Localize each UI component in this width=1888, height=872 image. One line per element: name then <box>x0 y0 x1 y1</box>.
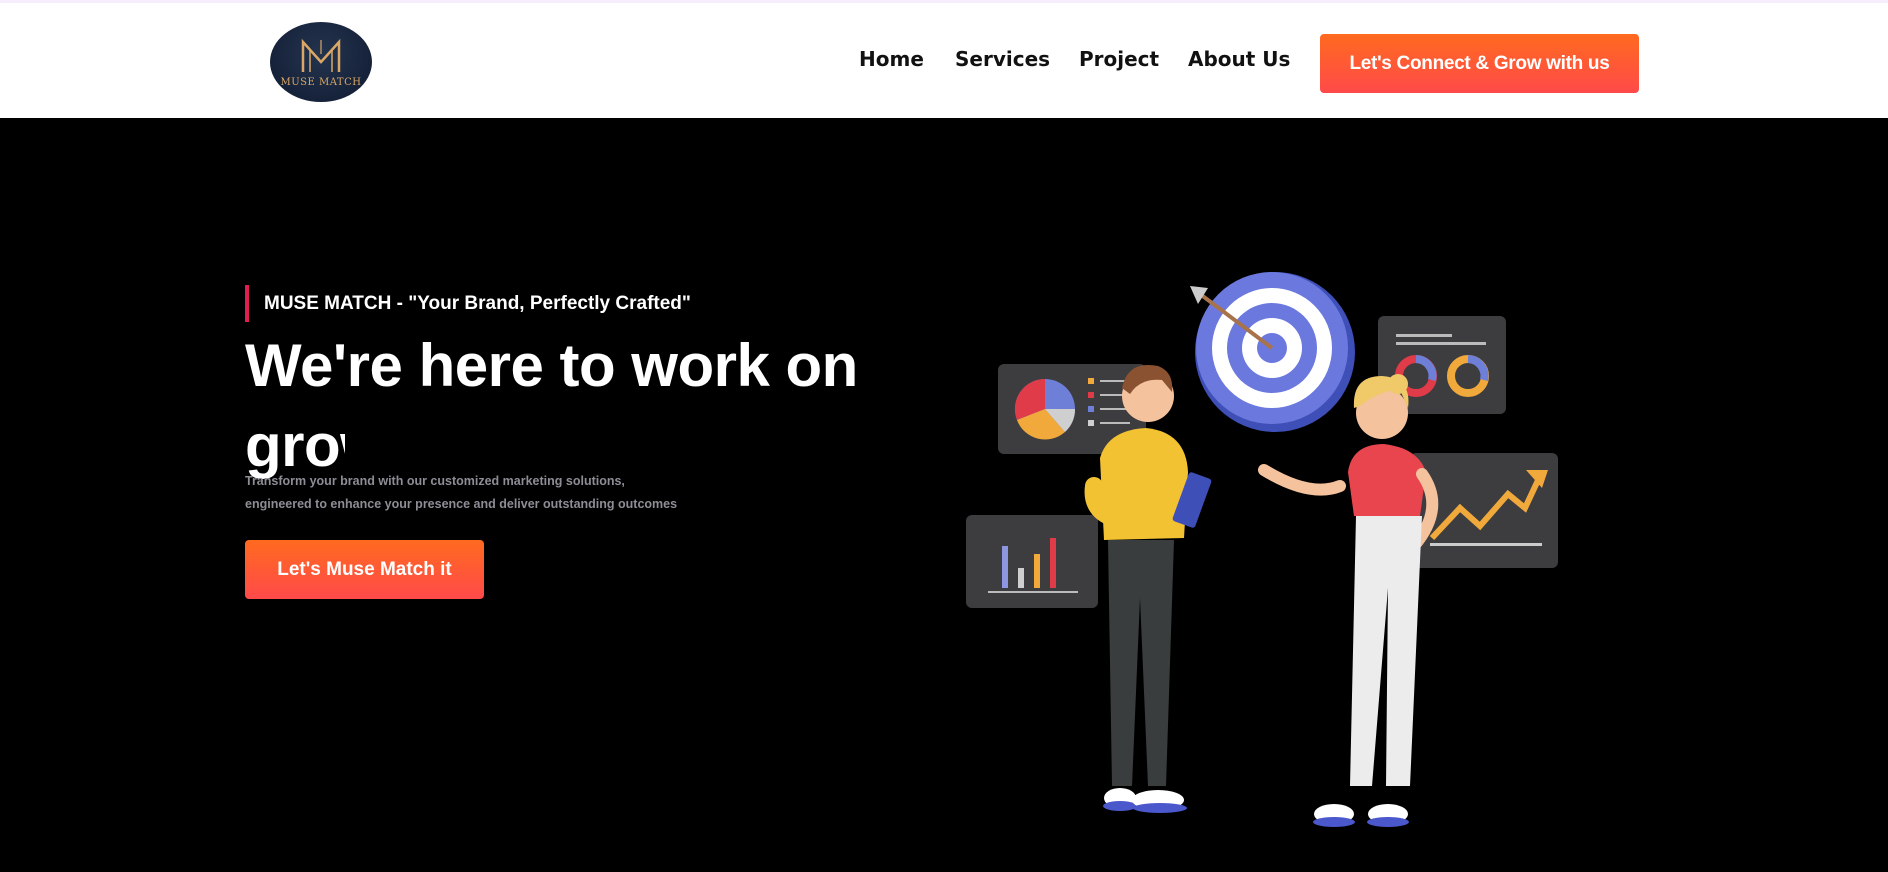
bar-chart-panel-icon <box>966 515 1098 608</box>
connect-grow-button[interactable]: Let's Connect & Grow with us <box>1320 34 1639 93</box>
logo[interactable]: MUSE MATCH <box>270 22 372 102</box>
nav-project[interactable]: Project <box>1079 47 1159 71</box>
site-header: MUSE MATCH Home Services Project About U… <box>0 0 1888 118</box>
nav-home[interactable]: Home <box>859 47 924 71</box>
target-icon <box>1190 272 1355 432</box>
hero-tagline: MUSE MATCH - "Your Brand, Perfectly Craf… <box>245 285 691 322</box>
logo-text: MUSE MATCH <box>280 77 362 88</box>
muse-match-button[interactable]: Let's Muse Match it <box>245 540 484 599</box>
hero-section: MUSE MATCH - "Your Brand, Perfectly Craf… <box>0 118 1888 872</box>
hero-description-line1: Transform your brand with our customized… <box>245 474 625 488</box>
marketing-team-illustration <box>966 272 1558 827</box>
nav-services[interactable]: Services <box>955 47 1050 71</box>
woman-figure <box>1258 374 1439 827</box>
hero-description: Transform your brand with our customized… <box>245 470 677 516</box>
nav-about-us[interactable]: About Us <box>1188 47 1290 71</box>
hero-headline-line1: We're here to work on <box>245 332 858 399</box>
hero-description-line2: engineered to enhance your presence and … <box>245 497 678 511</box>
logo-monogram-icon <box>301 38 341 72</box>
hero-headline: We're here to work on grow <box>245 326 858 486</box>
